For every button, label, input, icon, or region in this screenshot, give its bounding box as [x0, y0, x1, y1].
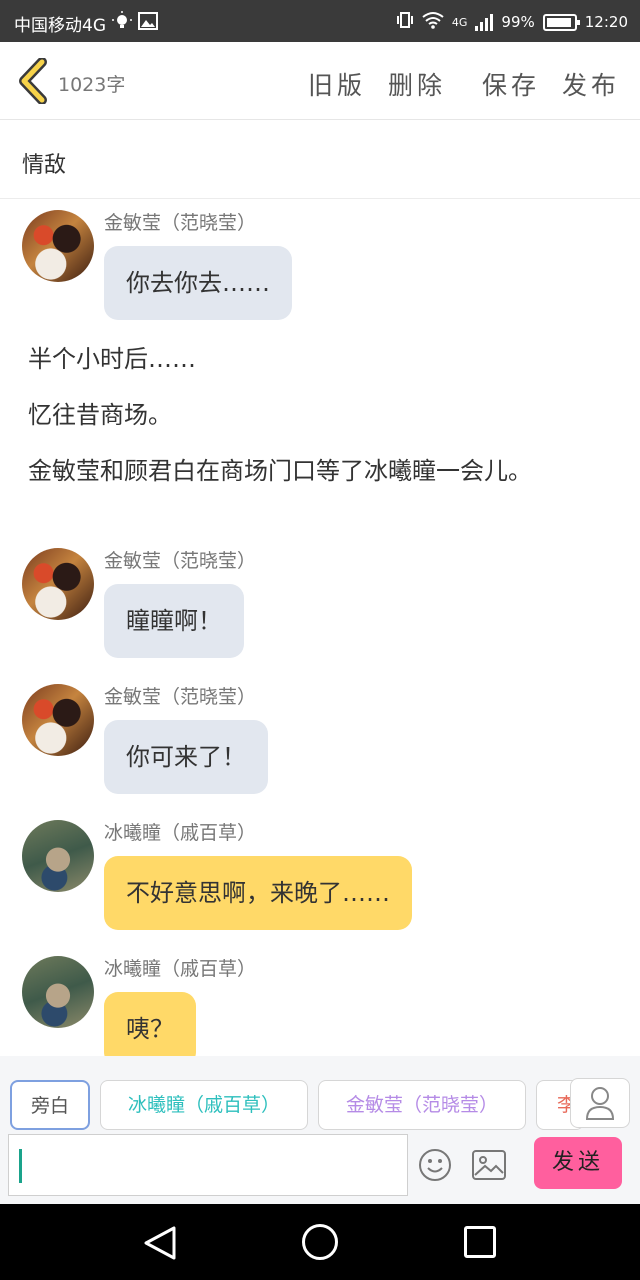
- message-bubble[interactable]: 不好意思啊，来晚了……: [104, 856, 412, 930]
- avatar[interactable]: [22, 210, 94, 282]
- role-button[interactable]: 冰曦瞳（戚百草）: [100, 1080, 308, 1130]
- message-bubble[interactable]: 瞳瞳啊！: [104, 584, 244, 658]
- avatar[interactable]: [22, 684, 94, 756]
- nav-recent-icon[interactable]: [464, 1226, 496, 1258]
- user-icon[interactable]: [570, 1078, 630, 1128]
- system-nav-bar: [0, 1204, 640, 1280]
- narration-text[interactable]: 金敏莹和顾君白在商场门口等了冰曦瞳一会儿。: [28, 452, 588, 490]
- message-bubble[interactable]: 咦？: [104, 992, 196, 1056]
- narration-text[interactable]: 忆往昔商场。: [28, 396, 588, 434]
- avatar[interactable]: [22, 548, 94, 620]
- image-icon[interactable]: [472, 1150, 506, 1180]
- notification-bulb-icon: [112, 11, 132, 36]
- clock: 12:20: [584, 13, 628, 31]
- editor-header: 1023字 旧版 删除 保存 发布: [0, 42, 640, 120]
- carrier-label: 中国移动4G: [14, 16, 106, 36]
- delete-button[interactable]: 删除: [388, 66, 446, 102]
- emoji-icon[interactable]: [418, 1148, 452, 1182]
- message-bubble[interactable]: 你去你去……: [104, 246, 292, 320]
- message-bubble[interactable]: 你可来了！: [104, 720, 268, 794]
- role-button[interactable]: 金敏莹（范晓莹）: [318, 1080, 526, 1130]
- narration-text[interactable]: 半个小时后……: [28, 340, 588, 378]
- dialog-message[interactable]: 冰曦瞳（戚百草） 不好意思啊，来晚了……: [22, 810, 622, 940]
- status-bar: 中国移动4G 4G 99% 12:20: [0, 0, 640, 42]
- avatar[interactable]: [22, 956, 94, 1028]
- message-input[interactable]: [8, 1134, 408, 1196]
- nav-home-icon[interactable]: [302, 1224, 338, 1260]
- nav-back-icon[interactable]: [140, 1224, 180, 1262]
- vibrate-icon: [396, 11, 414, 33]
- input-bar: 发送: [0, 1130, 640, 1204]
- send-button[interactable]: 发送: [534, 1137, 622, 1189]
- signal-icon: [475, 13, 494, 31]
- network-label: 4G: [451, 15, 468, 29]
- wifi-icon: [422, 11, 444, 33]
- role-selector-bar: 旁白 冰曦瞳（戚百草） 金敏莹（范晓莹） 李: [0, 1056, 640, 1130]
- dialog-message[interactable]: 金敏莹（范晓莹） 你去你去……: [22, 200, 622, 330]
- story-title-row[interactable]: 情敌: [0, 121, 640, 199]
- sender-name: 冰曦瞳（戚百草）: [104, 958, 257, 980]
- battery-icon: [542, 13, 580, 31]
- old-version-button[interactable]: 旧版: [308, 66, 366, 102]
- word-count: 1023字: [58, 74, 126, 96]
- text-caret: [19, 1149, 22, 1183]
- dialog-message[interactable]: 金敏莹（范晓莹） 你可来了！: [22, 674, 622, 804]
- sender-name: 金敏莹（范晓莹）: [104, 686, 257, 708]
- dialog-message[interactable]: 冰曦瞳（戚百草） 咦？: [22, 946, 622, 1056]
- status-left: 中国移动4G: [14, 11, 158, 36]
- publish-button[interactable]: 发布: [562, 66, 620, 102]
- story-title[interactable]: 情敌: [22, 147, 66, 179]
- dialog-message[interactable]: 金敏莹（范晓莹） 瞳瞳啊！: [22, 538, 622, 668]
- story-content[interactable]: 金敏莹（范晓莹） 你去你去…… 半个小时后…… 忆往昔商场。 金敏莹和顾君白在商…: [0, 200, 640, 1056]
- avatar[interactable]: [22, 820, 94, 892]
- role-narrator-button[interactable]: 旁白: [10, 1080, 90, 1130]
- battery-percent: 99%: [501, 13, 535, 31]
- gallery-notification-icon: [138, 12, 158, 35]
- back-chevron-icon[interactable]: [16, 57, 52, 105]
- status-right: 4G 99% 12:20: [396, 11, 628, 33]
- sender-name: 金敏莹（范晓莹）: [104, 212, 257, 234]
- sender-name: 冰曦瞳（戚百草）: [104, 822, 257, 844]
- sender-name: 金敏莹（范晓莹）: [104, 550, 257, 572]
- save-button[interactable]: 保存: [482, 66, 540, 102]
- header-actions: 旧版 删除 保存 发布: [308, 66, 620, 102]
